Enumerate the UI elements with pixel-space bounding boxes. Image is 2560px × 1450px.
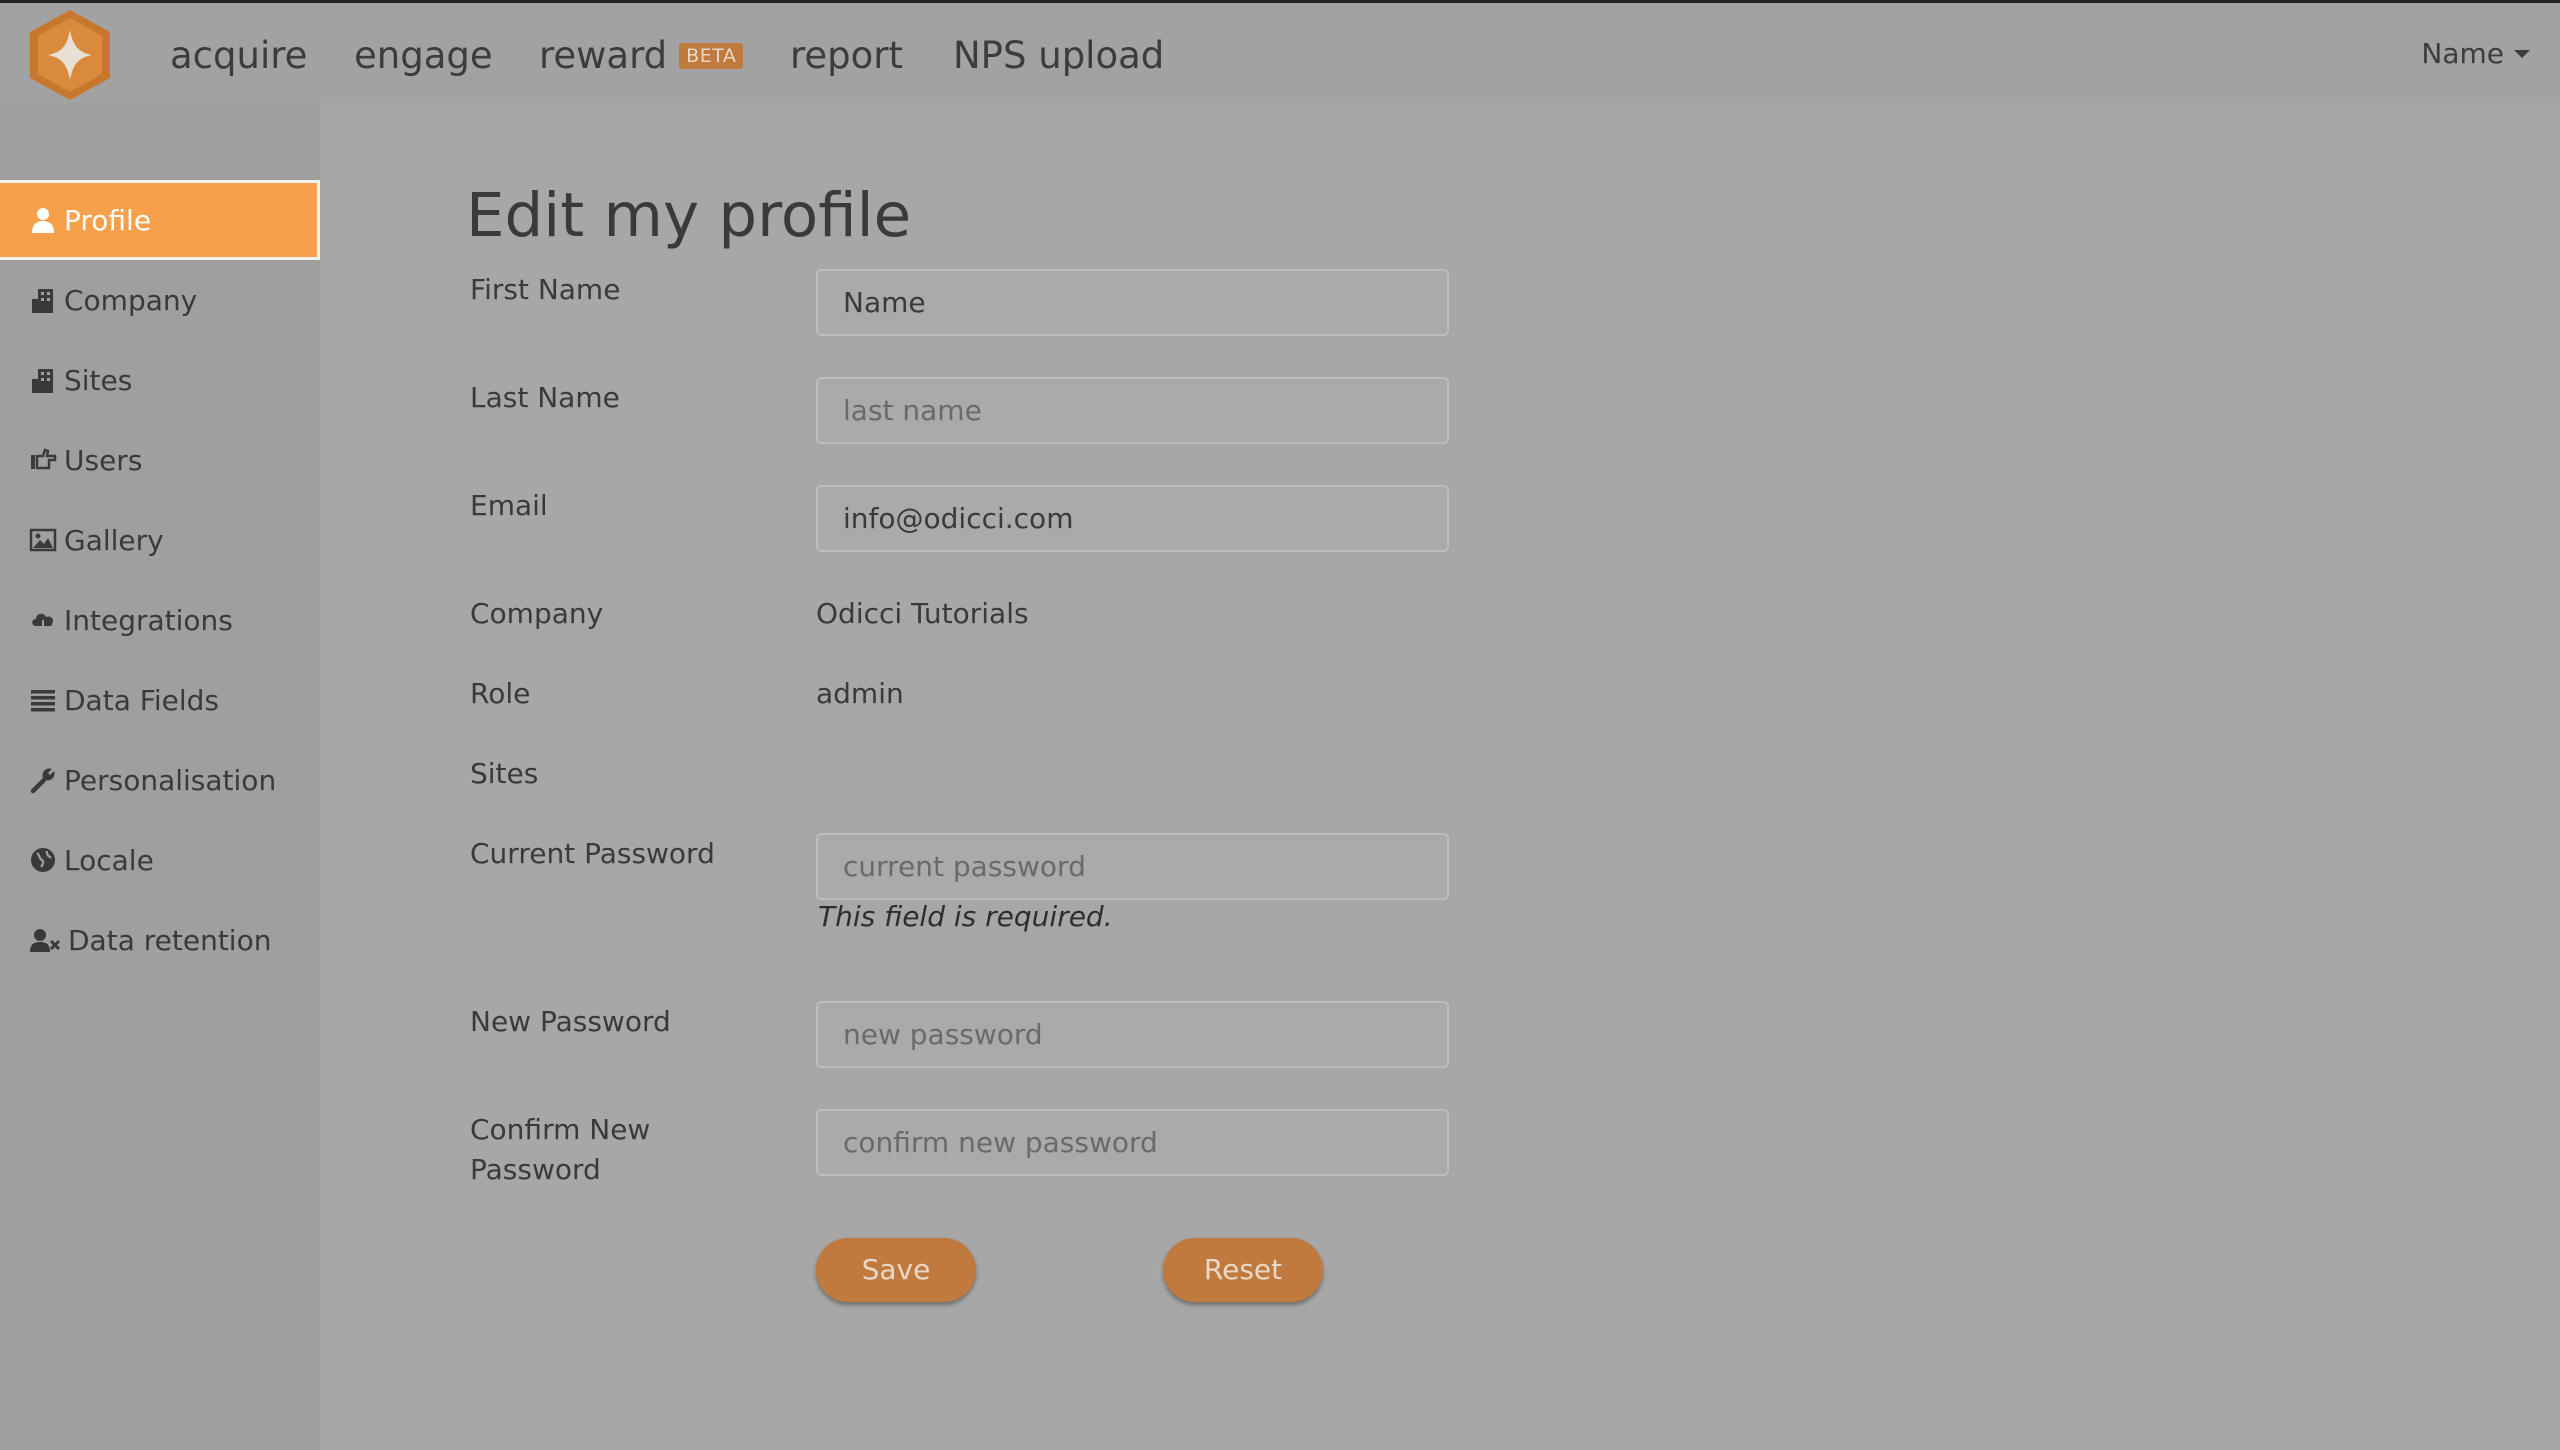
role-value: admin (816, 677, 904, 710)
sidebar-item-label: Users (64, 443, 143, 477)
cloud-icon (28, 605, 58, 635)
sidebar-item-profile[interactable]: Profile (0, 180, 320, 260)
email-label: Email (470, 489, 548, 522)
nav-report[interactable]: report (790, 31, 903, 81)
role-label: Role (470, 677, 531, 710)
sidebar-item-label: Gallery (64, 523, 164, 557)
sidebar-item-label: Company (64, 283, 198, 317)
sidebar-item-label: Personalisation (64, 763, 277, 797)
last-name-label: Last Name (470, 381, 620, 414)
image-icon (28, 525, 58, 555)
email-input[interactable] (816, 485, 1449, 552)
nav-reward[interactable]: reward BETA (539, 31, 744, 81)
sidebar-item-data-fields[interactable]: Data Fields (0, 660, 320, 740)
user-icon (28, 205, 58, 235)
building-icon (28, 285, 58, 315)
current-password-label: Current Password (470, 837, 715, 870)
top-navbar: acquire engage reward BETA report NPS upl… (0, 0, 2560, 103)
nav-nps-upload[interactable]: NPS upload (953, 31, 1164, 81)
sidebar-item-label: Data retention (68, 923, 272, 957)
sites-label: Sites (470, 757, 539, 790)
sidebar-item-label: Sites (64, 363, 133, 397)
first-name-input[interactable] (816, 269, 1449, 336)
settings-sidebar: Profile Company Sites Users Gallery Inte… (0, 103, 320, 1450)
current-password-error: This field is required. (818, 900, 1113, 933)
sidebar-item-gallery[interactable]: Gallery (0, 500, 320, 580)
sidebar-item-integrations[interactable]: Integrations (0, 580, 320, 660)
chevron-down-icon (2514, 50, 2530, 58)
last-name-input[interactable] (816, 377, 1449, 444)
new-password-label: New Password (470, 1005, 671, 1038)
sidebar-item-label: Data Fields (64, 683, 219, 717)
sidebar-item-data-retention[interactable]: Data retention (0, 900, 320, 980)
hand-pointer-icon (28, 445, 58, 475)
page-title: Edit my profile (466, 180, 912, 251)
nav-engage[interactable]: engage (354, 31, 493, 81)
user-remove-icon (28, 925, 62, 955)
list-icon (28, 685, 58, 715)
nav-acquire[interactable]: acquire (170, 31, 307, 81)
user-name: Name (2421, 37, 2504, 70)
sidebar-item-personalisation[interactable]: Personalisation (0, 740, 320, 820)
confirm-password-label: Confirm New Password (470, 1113, 651, 1186)
sidebar-item-sites[interactable]: Sites (0, 340, 320, 420)
reset-button[interactable]: Reset (1163, 1238, 1323, 1302)
save-button[interactable]: Save (816, 1238, 976, 1302)
wrench-icon (28, 765, 58, 795)
building-icon (28, 365, 58, 395)
globe-icon (28, 845, 58, 875)
user-menu-dropdown[interactable]: Name (2421, 37, 2530, 70)
sidebar-item-label: Integrations (64, 603, 233, 637)
beta-badge: BETA (679, 43, 744, 69)
new-password-input[interactable] (816, 1001, 1449, 1068)
sidebar-item-label: Profile (64, 203, 152, 237)
confirm-password-input[interactable] (816, 1109, 1449, 1176)
sidebar-item-label: Locale (64, 843, 154, 877)
company-label: Company (470, 597, 604, 630)
app-logo-icon[interactable] (26, 8, 114, 102)
current-password-input[interactable] (816, 833, 1449, 900)
sidebar-item-company[interactable]: Company (0, 260, 320, 340)
sidebar-item-users[interactable]: Users (0, 420, 320, 500)
first-name-label: First Name (470, 273, 621, 306)
sidebar-item-locale[interactable]: Locale (0, 820, 320, 900)
company-value: Odicci Tutorials (816, 597, 1029, 630)
